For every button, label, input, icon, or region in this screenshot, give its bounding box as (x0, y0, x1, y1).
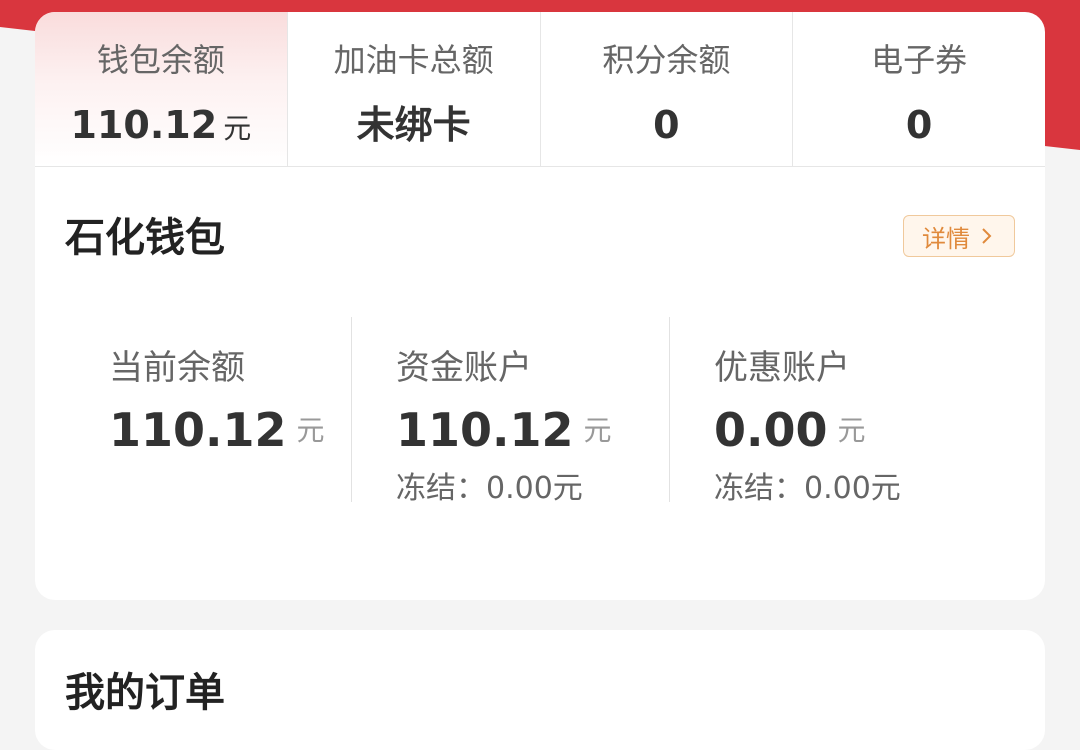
account-amount: 110.12 (109, 403, 287, 457)
currency-unit: 元 (583, 414, 612, 447)
summary-bar: 钱包余额 110.12 元 加油卡总额 未绑卡 积分余额 0 电子券 0 (35, 12, 1045, 167)
wallet-card: 钱包余额 110.12 元 加油卡总额 未绑卡 积分余额 0 电子券 0 石化钱包… (35, 12, 1045, 600)
summary-tab-fuel-card-total[interactable]: 加油卡总额 未绑卡 (288, 12, 541, 166)
summary-value: 0 (653, 103, 680, 147)
account-discount[interactable]: 优惠账户 0.00 元 冻结：0.00元 (669, 317, 985, 506)
wallet-balance-amount: 110.12 (70, 103, 218, 147)
summary-label: 加油卡总额 (333, 41, 494, 79)
currency-unit: 元 (837, 414, 866, 447)
summary-label: 电子券 (871, 41, 968, 79)
currency-unit: 元 (223, 112, 252, 145)
wallet-section-header: 石化钱包 详情 (35, 167, 1045, 277)
chevron-right-icon (982, 228, 992, 244)
summary-value: 0 (905, 103, 933, 147)
summary-tab-points-balance[interactable]: 积分余额 0 (541, 12, 794, 166)
account-value: 0.00 元 (714, 403, 985, 458)
summary-tab-e-coupons[interactable]: 电子券 0 (793, 12, 1045, 166)
account-label: 当前余额 (109, 348, 245, 388)
summary-value: 未绑卡 (356, 103, 471, 147)
details-button[interactable]: 详情 (903, 215, 1015, 257)
orders-title: 我的订单 (65, 670, 225, 716)
account-amount: 110.12 (396, 403, 574, 457)
account-value: 110.12 元 (109, 403, 351, 458)
account-fund[interactable]: 资金账户 110.12 元 冻结：0.00元 (351, 317, 669, 506)
summary-tab-wallet-balance[interactable]: 钱包余额 110.12 元 (35, 12, 288, 166)
currency-unit: 元 (296, 414, 325, 447)
account-list: 当前余额 110.12 元 资金账户 110.12 元 冻结：0.00元 优惠账户 … (35, 317, 1045, 506)
frozen-amount: 冻结：0.00元 (714, 471, 901, 506)
account-amount: 0.00 (714, 403, 828, 457)
account-label: 资金账户 (396, 348, 532, 388)
account-value: 110.12 元 (396, 403, 669, 458)
summary-value: 110.12 元 (35, 102, 287, 152)
section-title: 石化钱包 (65, 215, 225, 261)
account-label: 优惠账户 (714, 348, 850, 388)
summary-label: 积分余额 (602, 41, 731, 79)
summary-label: 钱包余额 (96, 41, 225, 79)
details-button-label: 详情 (922, 224, 970, 253)
frozen-amount: 冻结：0.00元 (396, 471, 583, 506)
account-current-balance[interactable]: 当前余额 110.12 元 (35, 317, 351, 502)
orders-card: 我的订单 (35, 630, 1045, 750)
